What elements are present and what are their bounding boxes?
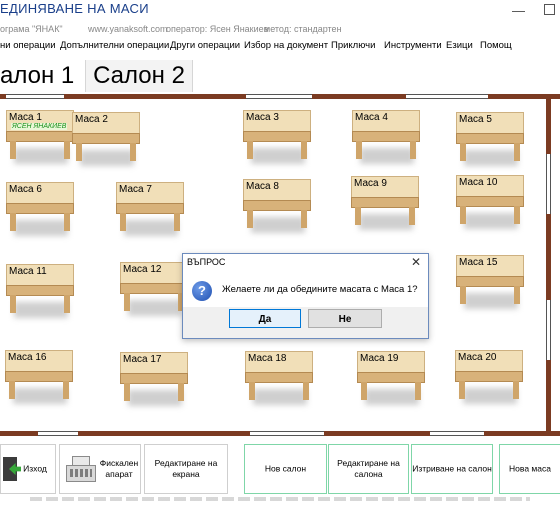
new-salon-button[interactable]: Нов салон — [244, 444, 327, 494]
table-label: Маса 11 — [9, 266, 47, 277]
edit-screen-label: Редактиране на екрана — [154, 458, 218, 479]
menu-select-document[interactable]: Избор на документ — [244, 40, 328, 51]
table-8[interactable]: Маса 8 — [243, 179, 311, 239]
menu-additional-operations[interactable]: Допълнителни операции — [60, 40, 169, 51]
window-opening — [406, 94, 488, 99]
fiscal-device-button[interactable]: Фискален апарат — [59, 444, 141, 494]
table-label: Маса 2 — [75, 114, 108, 125]
status-strip — [0, 497, 560, 532]
edit-salon-label: Редактиране на салона — [337, 458, 400, 479]
info-line: ограма "ЯНАК" www.yanaksoft.com оператор… — [0, 24, 560, 38]
no-button[interactable]: Не — [308, 309, 382, 328]
window-opening — [250, 431, 324, 436]
menu-tools[interactable]: Инструменти — [384, 40, 442, 51]
table-19[interactable]: Маса 19 — [357, 351, 425, 411]
dialog-title: ВЪПРОС — [187, 257, 226, 267]
table-9[interactable]: Маса 9 — [351, 176, 419, 236]
title-bar: ЕДИНЯВАНЕ НА МАСИ — — [0, 0, 560, 22]
table-2[interactable]: Маса 2 — [72, 112, 140, 172]
menu-finish[interactable]: Приключи — [331, 40, 375, 51]
table-label: Маса 17 — [123, 354, 162, 365]
ghost-text — [30, 497, 530, 501]
program-name: ограма "ЯНАК" — [0, 24, 63, 34]
window-opening — [6, 94, 64, 99]
window-opening — [38, 431, 78, 436]
tab-salon-1[interactable]: алон 1 — [0, 60, 84, 92]
edit-screen-button[interactable]: Редактиране на екрана — [144, 444, 228, 494]
table-20[interactable]: Маса 20 — [455, 350, 523, 410]
window-opening — [246, 94, 312, 99]
tab-salon-2[interactable]: Салон 2 — [85, 60, 193, 92]
table-18[interactable]: Маса 18 — [245, 351, 313, 411]
table-label: Маса 1 — [9, 112, 42, 123]
window-opening — [546, 300, 551, 360]
table-7[interactable]: Маса 7 — [116, 182, 184, 242]
close-icon[interactable]: ✕ — [411, 255, 421, 269]
table-label: Маса 6 — [9, 184, 42, 195]
table-label: Маса 18 — [248, 353, 287, 364]
maximize-icon[interactable] — [544, 4, 555, 15]
dialog-message: Желаете ли да обедините масата с Маса 1? — [222, 284, 418, 295]
new-table-button[interactable]: Нова маса — [499, 444, 560, 494]
window-opening — [430, 431, 484, 436]
table-label: Маса 10 — [459, 177, 498, 188]
menu-languages[interactable]: Езици — [446, 40, 473, 51]
menu-help[interactable]: Помощ — [480, 40, 512, 51]
fiscal-device-label: Фискален апарат — [99, 458, 139, 479]
window-opening — [546, 154, 551, 214]
table-4[interactable]: Маса 4 — [352, 110, 420, 170]
dialog-footer — [183, 307, 428, 338]
menu-bar: ни операции Допълнителни операции Други … — [0, 40, 560, 55]
table-occupant-label: ЯСЕН ЯНАКИЕВ — [11, 123, 68, 130]
delete-salon-label: Изтриване на салон — [412, 463, 492, 474]
website: www.yanaksoft.com — [88, 24, 168, 34]
table-16[interactable]: Маса 16 — [5, 350, 73, 410]
question-icon: ? — [192, 281, 212, 301]
table-3[interactable]: Маса 3 — [243, 110, 311, 170]
cash-register-icon — [66, 456, 96, 482]
menu-other-operations[interactable]: Други операции — [170, 40, 240, 51]
table-label: Маса 4 — [355, 112, 388, 123]
table-10[interactable]: Маса 10 — [456, 175, 524, 235]
exit-button[interactable]: Изход — [0, 444, 56, 494]
table-17[interactable]: Маса 17 — [120, 352, 188, 412]
table-6[interactable]: Маса 6 — [6, 182, 74, 242]
new-salon-label: Нов салон — [264, 463, 307, 474]
table-label: Маса 12 — [123, 264, 162, 275]
table-label: Маса 20 — [458, 352, 497, 363]
exit-label: Изход — [23, 463, 47, 474]
table-label: Маса 9 — [354, 178, 387, 189]
table-label: Маса 5 — [459, 114, 492, 125]
delete-salon-button[interactable]: Изтриване на салон — [411, 444, 493, 494]
new-table-label: Нова маса — [509, 463, 551, 474]
table-label: Маса 7 — [119, 184, 152, 195]
table-11[interactable]: Маса 11 — [6, 264, 74, 324]
yes-button[interactable]: Да — [229, 309, 301, 328]
table-1[interactable]: Маса 1 ЯСЕН ЯНАКИЕВ — [6, 110, 74, 170]
minimize-icon[interactable]: — — [512, 3, 525, 18]
menu-operations[interactable]: ни операции — [0, 40, 56, 51]
edit-salon-button[interactable]: Редактиране на салона — [328, 444, 409, 494]
window-title: ЕДИНЯВАНЕ НА МАСИ — [0, 1, 149, 16]
table-15[interactable]: Маса 15 — [456, 255, 524, 315]
method: метод: стандартен — [264, 24, 342, 34]
operator: оператор: Ясен Янакиев — [166, 24, 269, 34]
table-label: Маса 16 — [8, 352, 47, 363]
table-label: Маса 15 — [459, 257, 498, 268]
table-5[interactable]: Маса 5 — [456, 112, 524, 172]
table-label: Маса 19 — [360, 353, 399, 364]
table-label: Маса 3 — [246, 112, 279, 123]
table-12[interactable]: Маса 12 — [120, 262, 188, 322]
question-dialog: ВЪПРОС ✕ ? Желаете ли да обедините масат… — [182, 253, 429, 339]
table-label: Маса 8 — [246, 181, 279, 192]
wall-right — [546, 94, 551, 436]
